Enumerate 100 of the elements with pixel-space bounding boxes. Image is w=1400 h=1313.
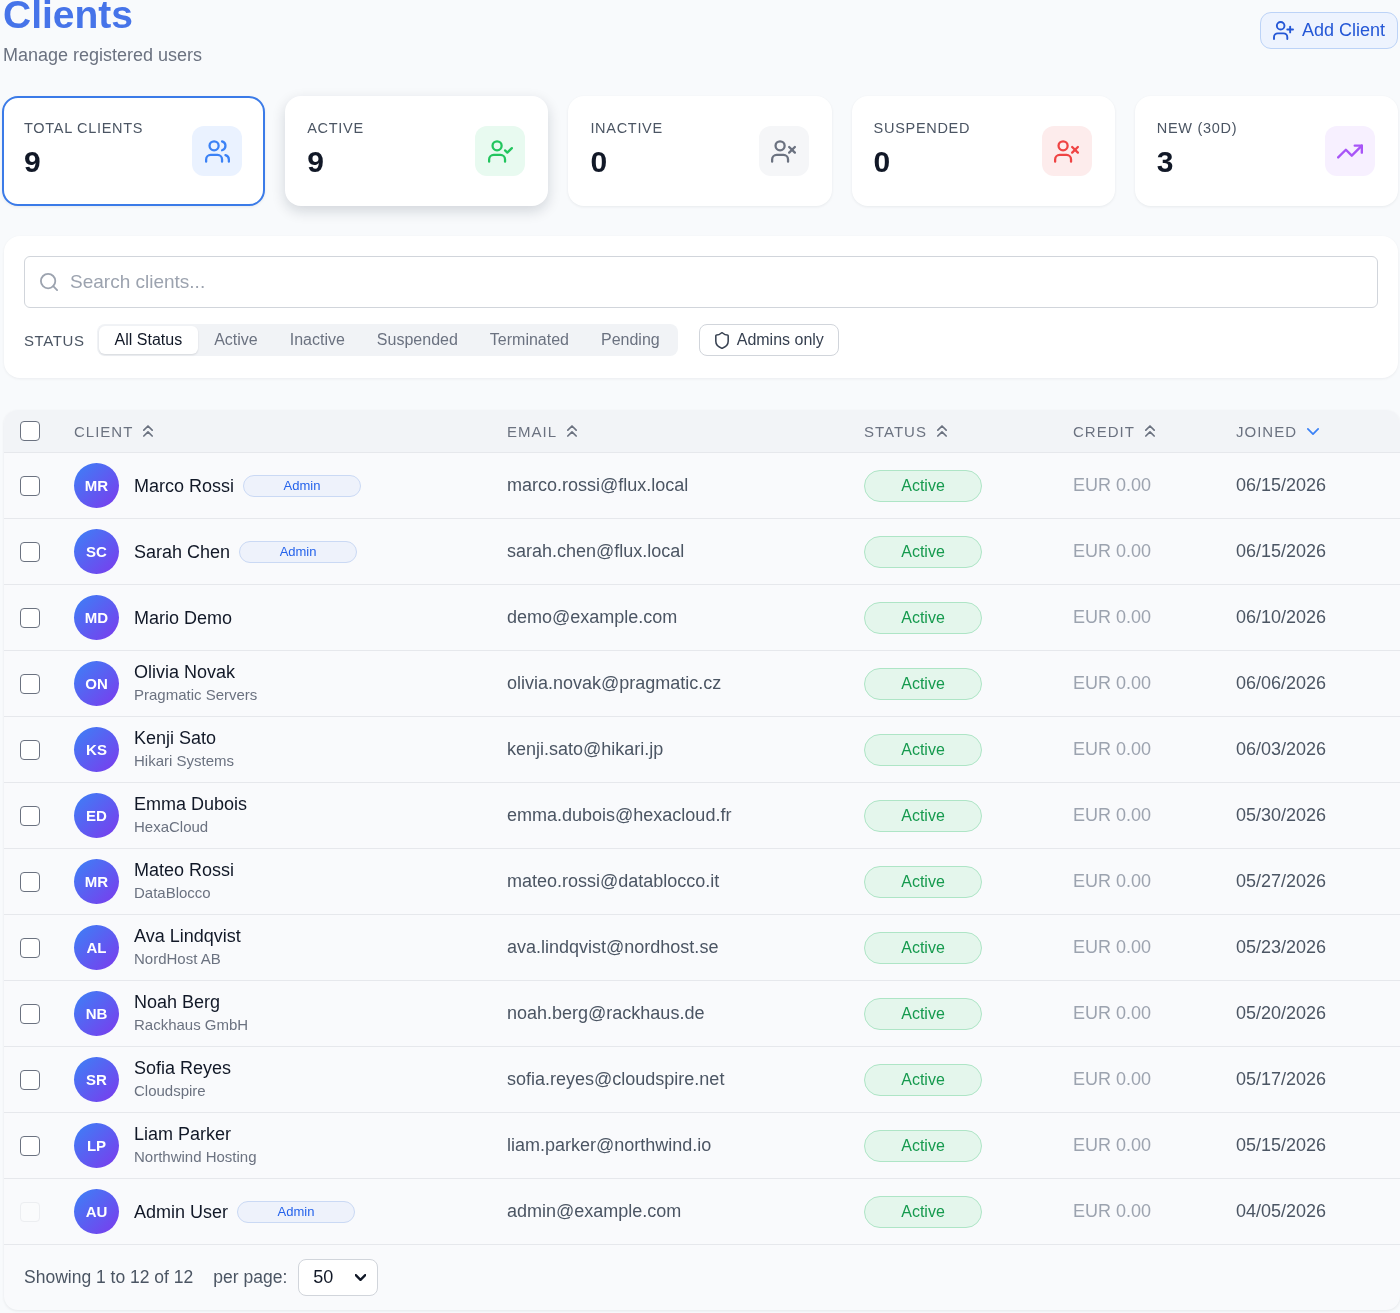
stat-label: TOTAL CLIENTS <box>24 119 144 138</box>
company-name: Hikari Systems <box>134 750 234 771</box>
credit-amount: EUR 0.00 <box>1073 1069 1152 1090</box>
trend-up-icon <box>1325 126 1375 176</box>
row-checkbox[interactable] <box>20 673 40 694</box>
client-email: ava.lindqvist@nordhost.se <box>507 937 719 958</box>
avatar: ON <box>74 661 119 706</box>
user-plus-icon <box>1272 21 1294 40</box>
stat-card[interactable]: INACTIVE 0 <box>568 96 832 206</box>
credit-amount: EUR 0.00 <box>1073 541 1152 562</box>
credit-amount: EUR 0.00 <box>1073 475 1152 496</box>
client-email: noah.berg@rackhaus.de <box>507 1003 705 1024</box>
per-page-select[interactable]: 50 <box>298 1259 379 1296</box>
joined-date: 05/20/2026 <box>1236 1003 1327 1024</box>
status-filter-tab[interactable]: All Status <box>98 326 199 354</box>
stat-card[interactable]: NEW (30D) 3 <box>1134 96 1398 206</box>
row-checkbox[interactable] <box>20 871 40 892</box>
admin-badge: Admin <box>239 540 358 563</box>
joined-date: 05/23/2026 <box>1236 937 1327 958</box>
joined-date: 06/03/2026 <box>1236 739 1327 760</box>
status-badge: Active <box>864 1129 982 1162</box>
status-badge: Active <box>864 535 982 568</box>
row-checkbox[interactable] <box>20 607 40 628</box>
status-filter-tab[interactable]: Pending <box>585 326 676 354</box>
client-name: Sarah Chen <box>134 540 231 563</box>
avatar: AU <box>74 1189 119 1234</box>
user-x-icon <box>1041 126 1092 176</box>
admin-badge: Admin <box>243 474 362 497</box>
company-name: NordHost AB <box>134 948 222 969</box>
client-email: kenji.sato@hikari.jp <box>507 739 664 760</box>
client-name: Emma Dubois <box>134 792 248 815</box>
status-badge: Active <box>864 997 982 1030</box>
row-checkbox[interactable] <box>20 1069 40 1090</box>
credit-amount: EUR 0.00 <box>1073 607 1152 628</box>
avatar: SR <box>74 1057 119 1102</box>
status-filter-tab[interactable]: Terminated <box>473 326 585 354</box>
company-name: Rackhaus GmbH <box>134 1014 249 1035</box>
column-header[interactable]: CREDIT <box>1073 422 1155 440</box>
client-email: liam.parker@northwind.io <box>507 1135 712 1156</box>
column-header[interactable]: CLIENT <box>74 422 154 440</box>
avatar: SC <box>74 529 119 574</box>
row-checkbox[interactable] <box>20 739 40 760</box>
company-name: HexaCloud <box>134 816 210 837</box>
status-filter-label: STATUS <box>24 331 85 349</box>
client-email: olivia.novak@pragmatic.cz <box>507 673 722 694</box>
row-checkbox[interactable] <box>20 937 40 958</box>
users-icon <box>192 126 243 176</box>
status-badge: Active <box>864 1195 982 1228</box>
status-badge: Active <box>864 667 982 700</box>
client-name: Mateo Rossi <box>134 858 235 881</box>
column-header[interactable]: EMAIL <box>507 422 577 440</box>
credit-amount: EUR 0.00 <box>1073 805 1152 826</box>
user-check-icon <box>475 126 526 176</box>
joined-date: 05/30/2026 <box>1236 805 1327 826</box>
avatar: AL <box>74 925 119 970</box>
client-email: admin@example.com <box>507 1201 682 1222</box>
status-filter-tab[interactable]: Inactive <box>273 326 361 354</box>
stat-value: 9 <box>307 144 325 180</box>
user-x-icon <box>758 126 809 176</box>
joined-date: 04/05/2026 <box>1236 1201 1327 1222</box>
search-field[interactable]: Search clients... <box>24 256 1378 308</box>
select-all-checkbox[interactable] <box>20 421 40 441</box>
joined-date: 06/15/2026 <box>1236 541 1327 562</box>
client-email: demo@example.com <box>507 607 678 628</box>
credit-amount: EUR 0.00 <box>1073 673 1152 694</box>
stat-label: ACTIVE <box>307 119 364 138</box>
status-badge: Active <box>864 469 982 502</box>
client-name: Ava Lindqvist <box>134 924 241 947</box>
add-client-button[interactable]: Add Client <box>1259 12 1398 49</box>
client-name: Marco Rossi <box>134 474 235 497</box>
stat-card[interactable]: ACTIVE 9 <box>285 96 549 206</box>
row-checkbox[interactable] <box>20 1135 40 1156</box>
row-checkbox[interactable] <box>20 1003 40 1024</box>
admins-only-toggle[interactable]: Admins only <box>698 324 839 356</box>
status-filter-tab[interactable]: Active <box>198 326 274 354</box>
stat-label: INACTIVE <box>590 119 663 138</box>
stat-card[interactable]: TOTAL CLIENTS 9 <box>2 96 266 206</box>
stat-value: 9 <box>24 144 42 180</box>
row-checkbox[interactable] <box>20 805 40 826</box>
joined-date: 05/17/2026 <box>1236 1069 1327 1090</box>
joined-date: 05/27/2026 <box>1236 871 1327 892</box>
avatar: NB <box>74 991 119 1036</box>
joined-date: 06/10/2026 <box>1236 607 1327 628</box>
row-checkbox[interactable] <box>20 475 40 496</box>
joined-date: 06/15/2026 <box>1236 475 1327 496</box>
avatar: KS <box>74 727 119 772</box>
row-checkbox[interactable] <box>20 541 40 562</box>
client-name: Noah Berg <box>134 990 221 1013</box>
status-filter-tab[interactable]: Suspended <box>360 326 474 354</box>
column-header[interactable]: JOINED <box>1236 422 1319 440</box>
client-name: Kenji Sato <box>134 726 217 749</box>
page-subtitle: Manage registered users <box>3 44 203 67</box>
admin-badge: Admin <box>237 1200 356 1223</box>
column-header[interactable]: STATUS <box>864 422 947 440</box>
stat-card[interactable]: SUSPENDED 0 <box>851 96 1115 206</box>
status-badge: Active <box>864 601 982 634</box>
avatar: MR <box>74 463 119 508</box>
joined-date: 06/06/2026 <box>1236 673 1327 694</box>
client-name: Liam Parker <box>134 1122 232 1145</box>
stat-value: 0 <box>873 144 892 180</box>
